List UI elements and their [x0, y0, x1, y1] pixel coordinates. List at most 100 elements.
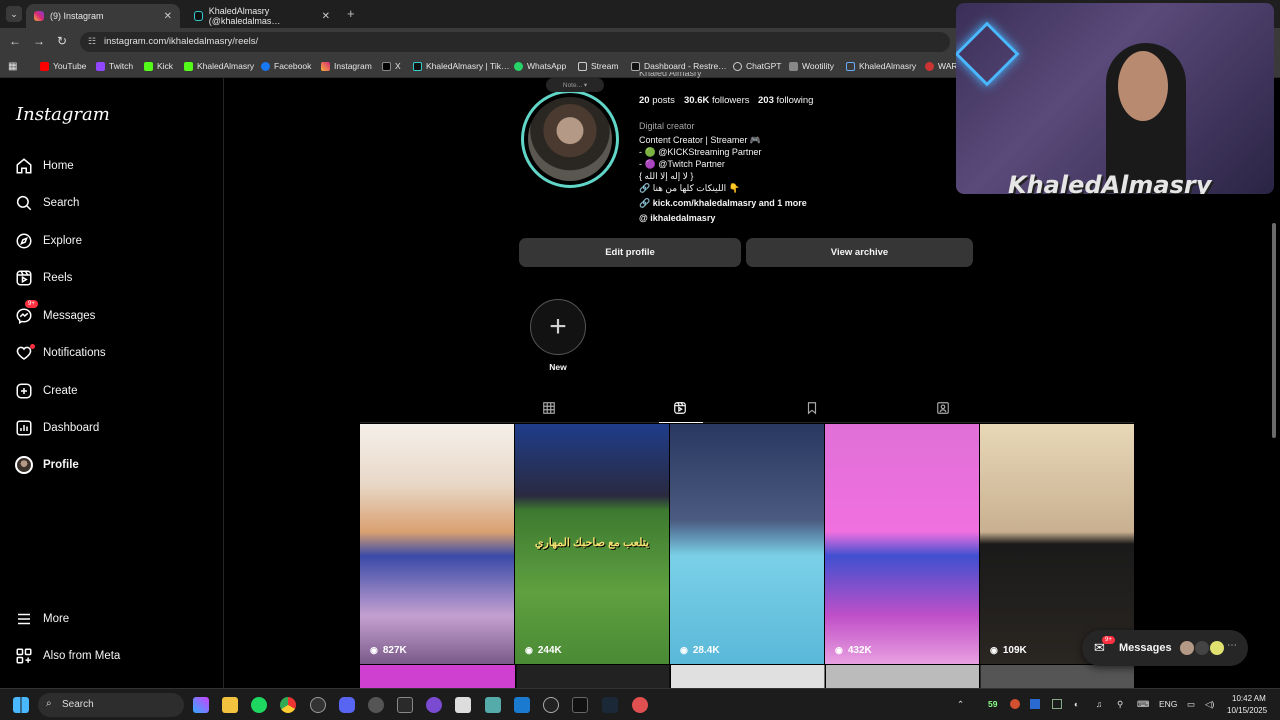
reel-tile[interactable]: ◉ 432K [825, 424, 979, 664]
discord-icon[interactable] [339, 697, 355, 713]
taskbar-search[interactable]: ⌕ Search [38, 693, 184, 717]
bookmark-war[interactable]: WAR [925, 61, 958, 71]
reel-tile[interactable]: ◉ 109K [980, 424, 1134, 664]
mic-icon[interactable]: ⚲ [1117, 699, 1123, 710]
network-icon[interactable]: ▭ [1187, 699, 1195, 710]
followers-count[interactable]: 30.6K followers [684, 95, 750, 106]
app-icon[interactable] [632, 697, 648, 713]
bookmark-restream[interactable]: Dashboard - Restre… [631, 61, 727, 71]
file-explorer-icon[interactable] [222, 697, 238, 713]
tab-reels[interactable] [672, 400, 688, 416]
eye-icon: ◉ [990, 645, 998, 655]
sidebar-item-explore[interactable]: Explore [14, 231, 82, 251]
tray-icon[interactable] [1030, 699, 1040, 709]
reel-views: ◉ 827K [370, 645, 407, 656]
copilot-icon[interactable] [193, 697, 209, 713]
app-icon[interactable] [426, 697, 442, 713]
steam-icon[interactable] [602, 697, 618, 713]
tray-icon[interactable]: ◐ [1074, 699, 1079, 709]
browser-tab-tiktok[interactable]: KhaledAlmasry (@khaledalmas… ✕ [186, 4, 338, 28]
sidebar-item-messages[interactable]: Messages 9+ [14, 300, 95, 326]
reel-views: ◉ 28.4K [680, 645, 720, 656]
bookmark-khaledalmasry[interactable]: KhaledAlmasry [184, 61, 254, 71]
clock-time[interactable]: 10:42 AM [1232, 694, 1266, 703]
messenger-icon [14, 306, 34, 326]
instagram-logo[interactable]: Instagram [16, 104, 110, 125]
bookmark-twitch[interactable]: Twitch [96, 61, 133, 71]
site-info-icon[interactable]: ☷ [88, 36, 96, 47]
bookmark-chatgpt[interactable]: ChatGPT [733, 61, 781, 71]
bookmark-wootility[interactable]: Wootility [789, 61, 834, 71]
reel-tile[interactable]: يتلعب مع صاحبك المهاري ◉ 244K [515, 424, 669, 664]
forward-icon[interactable]: → [33, 34, 45, 48]
apps-icon[interactable]: ▦ [8, 61, 17, 72]
spotify-icon[interactable] [251, 697, 267, 713]
reload-icon[interactable]: ↻ [57, 34, 67, 48]
chrome-icon[interactable] [280, 697, 296, 713]
edit-profile-button[interactable]: Edit profile [519, 238, 741, 267]
xbox-icon[interactable] [485, 697, 501, 713]
bookmark-stream[interactable]: Stream [578, 61, 618, 71]
sidebar-item-dashboard[interactable]: Dashboard [14, 418, 99, 438]
profile-link[interactable]: 🔗 kick.com/khaledalmasry and 1 more [639, 198, 807, 209]
sidebar-item-more[interactable]: More [14, 609, 69, 629]
back-icon[interactable]: ← [9, 34, 21, 48]
chevron-up-icon[interactable]: ⌃ [957, 699, 964, 710]
keyboard-icon[interactable]: ⌨ [1137, 699, 1149, 710]
sidebar-item-home[interactable]: Home [14, 156, 74, 176]
twitch-icon [96, 61, 105, 71]
app-icon[interactable] [514, 697, 530, 713]
page-scrollbar[interactable] [1271, 78, 1277, 688]
profile-avatar[interactable] [521, 90, 619, 188]
volume-icon[interactable]: ◁) [1205, 699, 1214, 710]
scrollbar-thumb[interactable] [1272, 223, 1276, 438]
tab-saved[interactable] [804, 400, 820, 416]
following-count[interactable]: 203 following [758, 95, 813, 106]
messages-pill[interactable]: ✉ 9+ Messages ⋯ [1082, 630, 1248, 666]
reel-tile[interactable]: ◉ 827K [360, 424, 514, 664]
tab-tagged[interactable] [935, 400, 951, 416]
bookmark-whatsapp[interactable]: WhatsApp [514, 61, 566, 71]
sidebar-item-profile[interactable]: Profile [14, 455, 79, 475]
windows-start-icon[interactable] [13, 697, 29, 713]
tab-search-icon[interactable]: ⌄ [6, 6, 22, 22]
url-field[interactable]: ☷ instagram.com/ikhaledalmasry/reels/ [80, 32, 950, 52]
view-archive-button[interactable]: View archive [746, 238, 973, 267]
app-icon[interactable] [455, 697, 471, 713]
browser-tab-instagram[interactable]: (9) Instagram ✕ [26, 4, 180, 28]
sidebar-item-create[interactable]: Create [14, 381, 78, 401]
bookmark-facebook[interactable]: Facebook [261, 61, 311, 71]
reel-tile[interactable]: ◉ 28.4K [670, 424, 824, 664]
threads-link[interactable]: @ ikhaledalmasry [639, 213, 715, 223]
language-indicator[interactable]: ENG [1159, 699, 1177, 709]
bookmark-youtube[interactable]: YouTube [40, 61, 86, 71]
sidebar-item-also-from-meta[interactable]: Also from Meta [14, 646, 120, 666]
app-icon[interactable] [397, 697, 413, 713]
app-icon[interactable] [572, 697, 588, 713]
streamer-face [1118, 51, 1168, 121]
tray-icon[interactable] [1010, 699, 1020, 709]
app-icon[interactable] [543, 697, 559, 713]
search-icon: ⌕ [46, 698, 52, 709]
tab-posts[interactable] [541, 400, 557, 416]
bookmark-kick[interactable]: Kick [144, 61, 173, 71]
tray-icon[interactable] [1052, 699, 1062, 709]
bookmark-instagram[interactable]: Instagram [321, 61, 372, 71]
sidebar-item-reels[interactable]: Reels [14, 268, 72, 288]
bookmark-x[interactable]: X [382, 61, 401, 71]
tab-close-icon[interactable]: ✕ [164, 11, 172, 22]
clock-date[interactable]: 10/15/2025 [1227, 706, 1267, 715]
headset-icon[interactable]: ♫ [1096, 699, 1102, 709]
new-highlight-button[interactable]: + [530, 299, 586, 355]
bookmark-khaledalmasry-2[interactable]: KhaledAlmasry [846, 61, 916, 71]
sidebar-item-notifications[interactable]: Notifications [14, 343, 106, 363]
tab-close-icon[interactable]: ✕ [322, 11, 330, 22]
profile-note[interactable]: Note... ▾ [546, 78, 604, 92]
bookmark-tiktok[interactable]: KhaledAlmasry | Tik… [413, 61, 509, 71]
url-text: instagram.com/ikhaledalmasry/reels/ [104, 36, 259, 47]
obs-icon[interactable] [310, 697, 326, 713]
app-icon[interactable] [368, 697, 384, 713]
tiktok-favicon [194, 11, 203, 21]
new-tab-button[interactable]: + [347, 6, 355, 21]
sidebar-item-search[interactable]: Search [14, 193, 79, 213]
